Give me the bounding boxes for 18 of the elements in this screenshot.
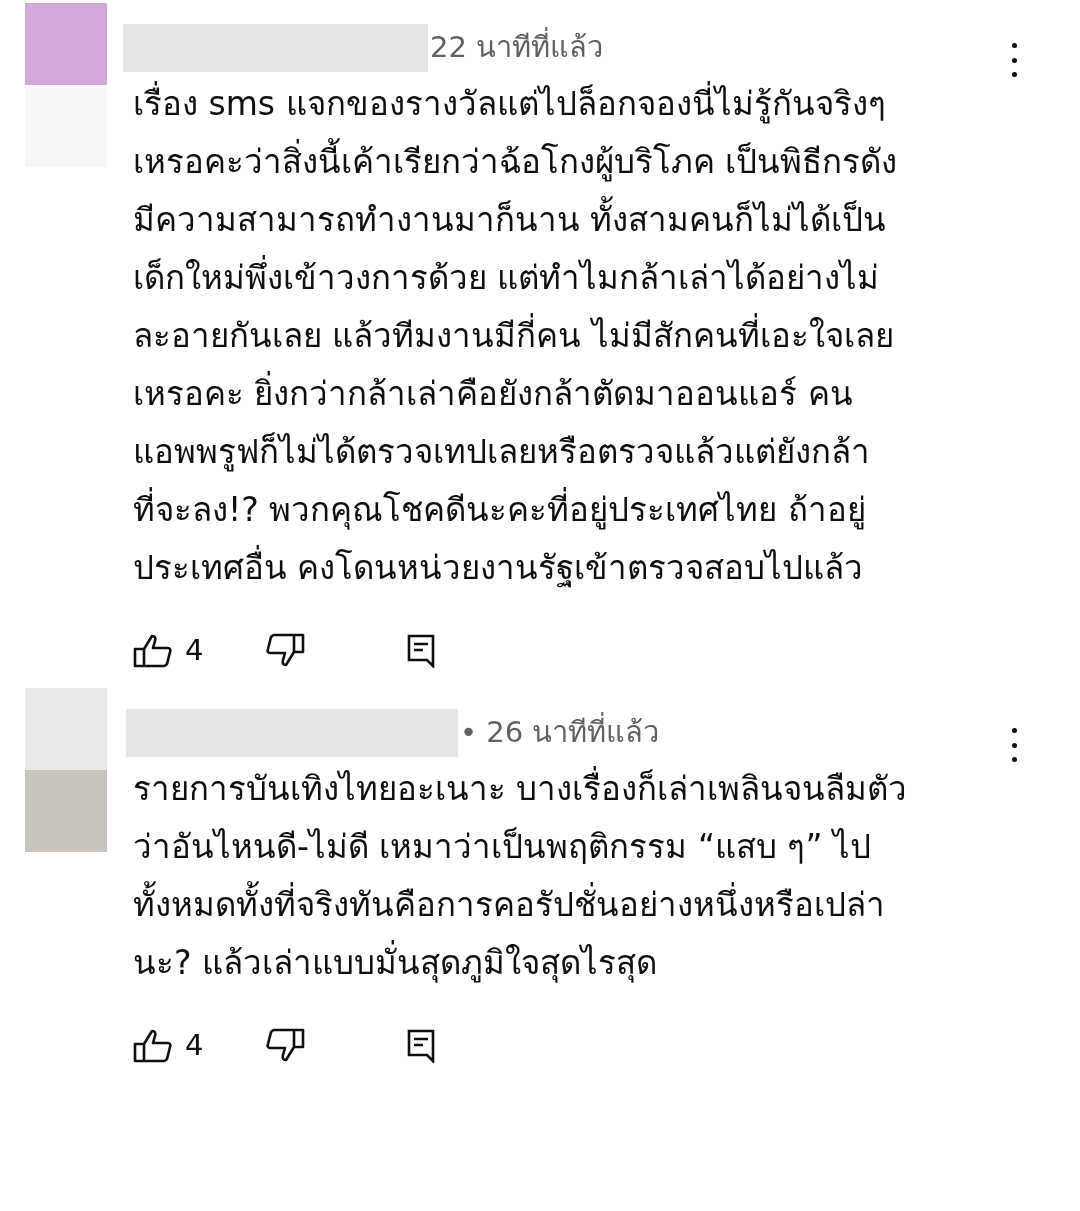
dislike-button[interactable]: [265, 1028, 306, 1064]
thumbs-down-icon: [265, 1028, 306, 1064]
dislike-button[interactable]: [265, 633, 306, 669]
thumbs-down-icon: [265, 633, 306, 669]
comment-text: รายการบันเทิงไทยอะเนาะ บางเรื่องก็เล่าเพลินจนลืมตัว ว่าอันไหนดี-ไม่ดี เหมาว่าเป็นพฤติกรรม “แสบ ๆ” ไป ทั้งหมดทั้งที่จริงทันคือการคอรัปชั่นอย่างหนึ่งหรือเปล่า นะ? แล้วเล่าแบบมั่นสุดภูมิใจสุดไรสุด: [133, 760, 1080, 992]
reply-button[interactable]: [407, 634, 436, 668]
thumbs-up-icon: [133, 1028, 173, 1064]
reply-button[interactable]: [407, 1029, 436, 1063]
like-button[interactable]: 4: [133, 1024, 204, 1068]
comment-text: เรื่อง sms แจกของรางวัลแต่ไปล็อกจองนี่ไม่รู้กันจริงๆ เหรอคะว่าสิ่งนี้เค้าเรียกว่าฉ้อโกงผู้บริโภค เป็นพิธีกรดัง มีความสามารถทำงานมาก็นาน ทั้งสามคนก็ไม่ได้เป็น เด็กใหม่พึ่งเข้าวงการด้วย แต่ทำไมกล้าเล่าได้อย่างไม่ ละอายกันเลย แล้วทีมงานมีกี่คน ไม่มีสักคนที่เอะใจเลย เหรอคะ ยิ่งกว่ากล้าเล่าคือยังกล้าตัดมาออนแอร์ คน แอพพรูฟก็ไม่ได้ตรวจเทปเลยหรือตรวจแล้วแต่ยังกล้า ที่จะลง!? พวกคุณโชคดีนะคะที่อยู่ประเทศไทย ถ้าอยู่ ประเทศอื่น คงโดนหน่วยงานรัฐเข้าตรวจสอบไปแล้ว: [133, 75, 1080, 597]
reply-comment-icon: [407, 634, 436, 668]
more-options-icon[interactable]: [1010, 728, 1018, 762]
thumbs-up-icon: [133, 633, 173, 669]
comment-time: • 26 นาทีที่แล้ว: [460, 711, 660, 755]
like-button[interactable]: 4: [133, 629, 204, 673]
comment-time: 22 นาทีที่แล้ว: [430, 26, 604, 70]
more-options-icon[interactable]: [1010, 43, 1018, 77]
reply-comment-icon: [407, 1029, 436, 1063]
